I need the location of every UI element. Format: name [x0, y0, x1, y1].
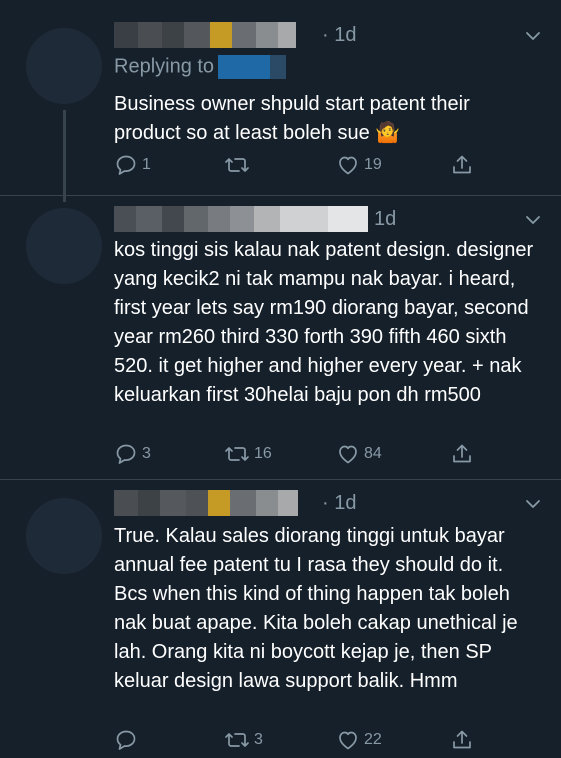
replying-to-handle-blurred[interactable]	[218, 55, 271, 79]
chevron-down-icon[interactable]	[523, 26, 543, 46]
reply-button[interactable]	[114, 728, 142, 752]
avatar[interactable]	[26, 28, 102, 104]
reply-icon	[116, 730, 136, 750]
tweet-text: kos tinggi sis kalau nak patent design. …	[114, 239, 534, 406]
like-count: 22	[364, 731, 382, 748]
tweet-text: True. Kalau sales diorang tinggi untuk b…	[114, 525, 518, 692]
share-button[interactable]	[450, 442, 474, 466]
author-name-blurred[interactable]	[114, 490, 298, 516]
tweet-3[interactable]: · 1d True. Kalau sales diorang tinggi un…	[0, 480, 561, 750]
reply-icon	[116, 155, 136, 175]
retweet-button[interactable]	[224, 153, 254, 177]
share-icon	[453, 444, 471, 463]
replying-to-label: Replying to	[114, 55, 215, 78]
action-bar: 1 19	[114, 153, 534, 183]
thread-line	[63, 110, 66, 202]
reply-icon	[116, 444, 136, 464]
avatar[interactable]	[26, 498, 102, 574]
avatar[interactable]	[26, 208, 102, 284]
author-name-blurred[interactable]	[114, 22, 296, 48]
retweet-count: 16	[254, 445, 272, 462]
share-button[interactable]	[450, 153, 474, 177]
retweet-icon	[225, 447, 249, 461]
reply-button[interactable]: 3	[114, 442, 151, 466]
retweet-icon	[225, 733, 249, 747]
heart-icon	[339, 731, 357, 750]
retweet-button[interactable]: 16	[224, 442, 272, 466]
like-count: 84	[364, 445, 382, 462]
heart-icon	[339, 445, 357, 464]
author-name-blurred[interactable]	[114, 206, 368, 232]
chevron-down-icon[interactable]	[523, 210, 543, 230]
action-bar: 3 22	[114, 728, 534, 758]
share-icon	[453, 155, 471, 174]
retweet-count: 3	[254, 731, 263, 748]
retweet-button[interactable]: 3	[224, 728, 263, 752]
action-bar: 3 16 84	[114, 442, 534, 472]
like-button[interactable]: 19	[336, 153, 382, 177]
timestamp[interactable]: · 1d	[322, 24, 356, 47]
reply-count: 1	[142, 156, 151, 173]
tweet-1[interactable]: · 1d Replying to Business owner shpuld s…	[0, 0, 561, 202]
retweet-icon	[225, 158, 249, 172]
tweet-2[interactable]: 1d kos tinggi sis kalau nak patent desig…	[0, 196, 561, 480]
heart-icon	[339, 156, 357, 175]
timestamp[interactable]: · 1d	[322, 492, 356, 515]
like-count: 19	[364, 156, 382, 173]
like-button[interactable]: 84	[336, 442, 382, 466]
share-icon	[453, 730, 471, 749]
tweet-text: Business owner shpuld start patent their…	[114, 93, 470, 144]
reply-count: 3	[142, 445, 151, 462]
replying-to: Replying to	[114, 55, 287, 79]
timestamp[interactable]: 1d	[374, 208, 396, 231]
like-button[interactable]: 22	[336, 728, 382, 752]
reply-button[interactable]: 1	[114, 153, 151, 177]
chevron-down-icon[interactable]	[523, 494, 543, 514]
share-button[interactable]	[450, 728, 474, 752]
